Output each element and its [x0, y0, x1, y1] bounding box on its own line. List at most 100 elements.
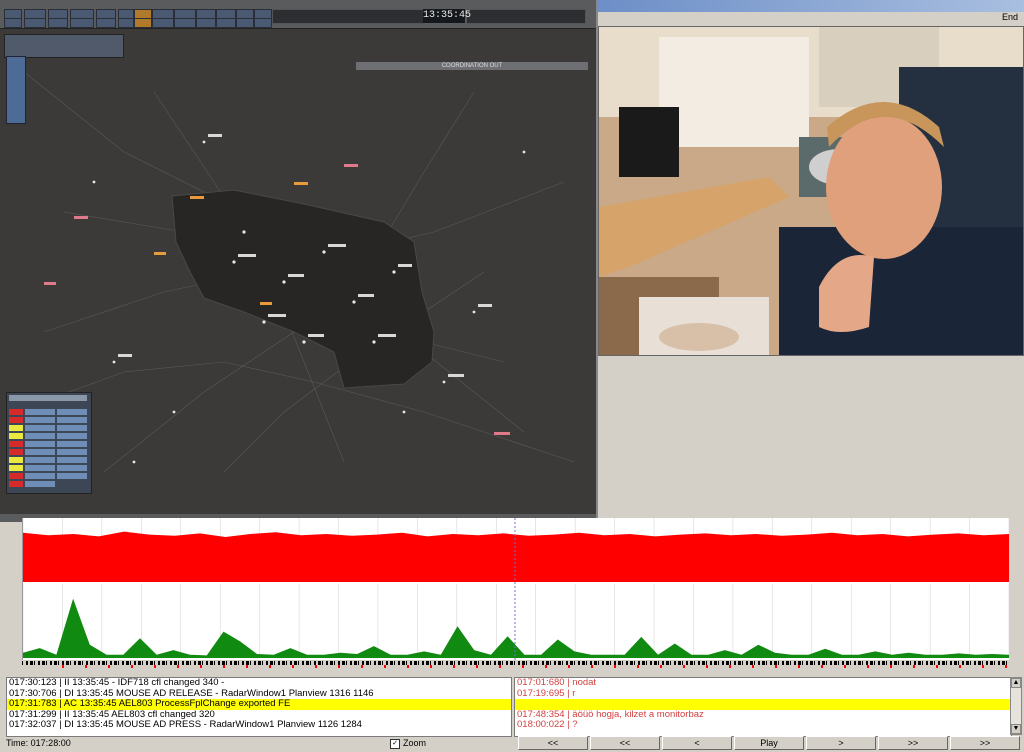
- altitude-scale[interactable]: [6, 56, 26, 124]
- event-log[interactable]: 017:30:123 | II 13:35:45 - IDF718 cfl ch…: [6, 677, 512, 737]
- event-tick: [602, 661, 604, 665]
- event-tick: [330, 661, 333, 665]
- event-tick: [54, 661, 57, 665]
- event-tick: [938, 661, 940, 665]
- log-line-selected[interactable]: 017:31:783 | AC 13:35:45 AEL803 ProcessF…: [7, 698, 511, 710]
- toolbar-button[interactable]: [70, 18, 94, 28]
- event-tick: [802, 661, 803, 665]
- event-tick: [466, 661, 467, 665]
- scroll-down-icon[interactable]: ▼: [1011, 724, 1021, 734]
- toolbar-button[interactable]: [24, 18, 46, 28]
- toolbar-button[interactable]: [196, 18, 216, 28]
- toolbar-button[interactable]: [118, 18, 134, 28]
- event-tick: [738, 661, 741, 665]
- event-marker: [85, 665, 87, 668]
- event-tick: [458, 661, 460, 665]
- event-tick: [794, 661, 796, 665]
- event-tick: [58, 661, 59, 665]
- note-line-selected[interactable]: [515, 699, 1011, 710]
- event-tick: [482, 661, 484, 665]
- event-tick: [418, 661, 419, 665]
- event-tick: [86, 661, 88, 665]
- note-line[interactable]: 017:19:695 | r: [515, 688, 1011, 700]
- event-tick: [730, 661, 731, 665]
- note-line[interactable]: 018:00:022 | ?: [515, 719, 1011, 731]
- event-marker: [844, 665, 846, 668]
- event-tick: [122, 661, 124, 665]
- step-forward-button[interactable]: >: [806, 736, 876, 750]
- table-row[interactable]: [9, 441, 89, 448]
- event-marker: [361, 665, 363, 668]
- event-tick: [934, 661, 935, 665]
- toolbar-button[interactable]: [4, 18, 22, 28]
- fast-rewind-button[interactable]: <<: [590, 736, 660, 750]
- step-back-button[interactable]: <: [662, 736, 732, 750]
- table-row[interactable]: [9, 473, 89, 480]
- event-tick: [886, 661, 887, 665]
- event-tick: [990, 661, 993, 665]
- event-marker: [568, 665, 570, 668]
- toolbar-button[interactable]: [254, 18, 272, 28]
- event-tick: [962, 661, 964, 665]
- event-tick: [490, 661, 491, 665]
- event-tick: [202, 661, 203, 665]
- note-line[interactable]: 017:01:680 | nodat: [515, 678, 1011, 689]
- toolbar-strip: [466, 9, 586, 24]
- event-marker: [867, 665, 869, 668]
- scroll-up-icon[interactable]: ▲: [1011, 678, 1021, 688]
- event-marker: [453, 665, 455, 668]
- radar-window[interactable]: 13:35:45 COORDINATION OUT: [0, 0, 598, 522]
- table-row[interactable]: [9, 465, 89, 472]
- fast-forward-button[interactable]: >>: [878, 736, 948, 750]
- rewind-start-button[interactable]: <<: [518, 736, 588, 750]
- event-tick: [566, 661, 568, 665]
- table-row[interactable]: [9, 481, 89, 488]
- event-tick: [778, 661, 779, 665]
- forward-end-button[interactable]: >>: [950, 736, 1020, 750]
- event-tick: [662, 661, 664, 665]
- table-row[interactable]: [9, 433, 89, 440]
- toolbar-button-active[interactable]: [134, 18, 152, 28]
- event-tick: [758, 661, 760, 665]
- event-tick: [894, 661, 897, 665]
- event-tick: [698, 661, 700, 665]
- table-row[interactable]: [9, 409, 89, 416]
- table-row[interactable]: [9, 425, 89, 432]
- log-line[interactable]: 017:30:123 | II 13:35:45 - IDF718 cfl ch…: [7, 678, 511, 689]
- event-tick: [390, 661, 393, 665]
- table-row[interactable]: [9, 457, 89, 464]
- zoom-checkbox[interactable]: ✓: [390, 738, 400, 749]
- event-tick: [46, 661, 47, 665]
- play-button[interactable]: Play: [734, 736, 804, 750]
- toolbar-button[interactable]: [152, 18, 174, 28]
- toolbar-button[interactable]: [174, 18, 196, 28]
- toolbar-button[interactable]: [96, 18, 116, 28]
- note-line[interactable]: 017:48:354 | äöüö hogja, kilzet a monito…: [515, 709, 1011, 721]
- event-tick: [346, 661, 347, 665]
- event-tick: [158, 661, 160, 665]
- event-tick: [722, 661, 724, 665]
- event-timeline[interactable]: [22, 660, 1008, 670]
- log-line[interactable]: 017:32:037 | DI 13:35:45 MOUSE AD PRESS …: [7, 719, 511, 731]
- toolbar-button[interactable]: [48, 18, 68, 28]
- table-row[interactable]: [9, 449, 89, 456]
- event-marker: [706, 665, 708, 668]
- event-tick: [1006, 661, 1007, 665]
- event-tick: [478, 661, 479, 665]
- zoom-toggle[interactable]: ✓ Zoom: [390, 737, 470, 750]
- event-tick: [898, 661, 899, 665]
- event-tick: [146, 661, 148, 665]
- toolbar-button[interactable]: [216, 18, 236, 28]
- table-row[interactable]: [9, 417, 89, 424]
- toolbar-button[interactable]: [236, 18, 254, 28]
- event-tick: [186, 661, 189, 665]
- event-tick: [554, 661, 556, 665]
- event-tick: [110, 661, 112, 665]
- event-tick: [750, 661, 753, 665]
- event-marker: [614, 665, 616, 668]
- event-tick: [970, 661, 971, 665]
- log-scrollbar[interactable]: ▲ ▼: [1010, 677, 1022, 735]
- event-tick: [930, 661, 933, 665]
- event-tick: [638, 661, 640, 665]
- notes-log[interactable]: 017:01:680 | nodat 017:19:695 | r 017:48…: [514, 677, 1012, 737]
